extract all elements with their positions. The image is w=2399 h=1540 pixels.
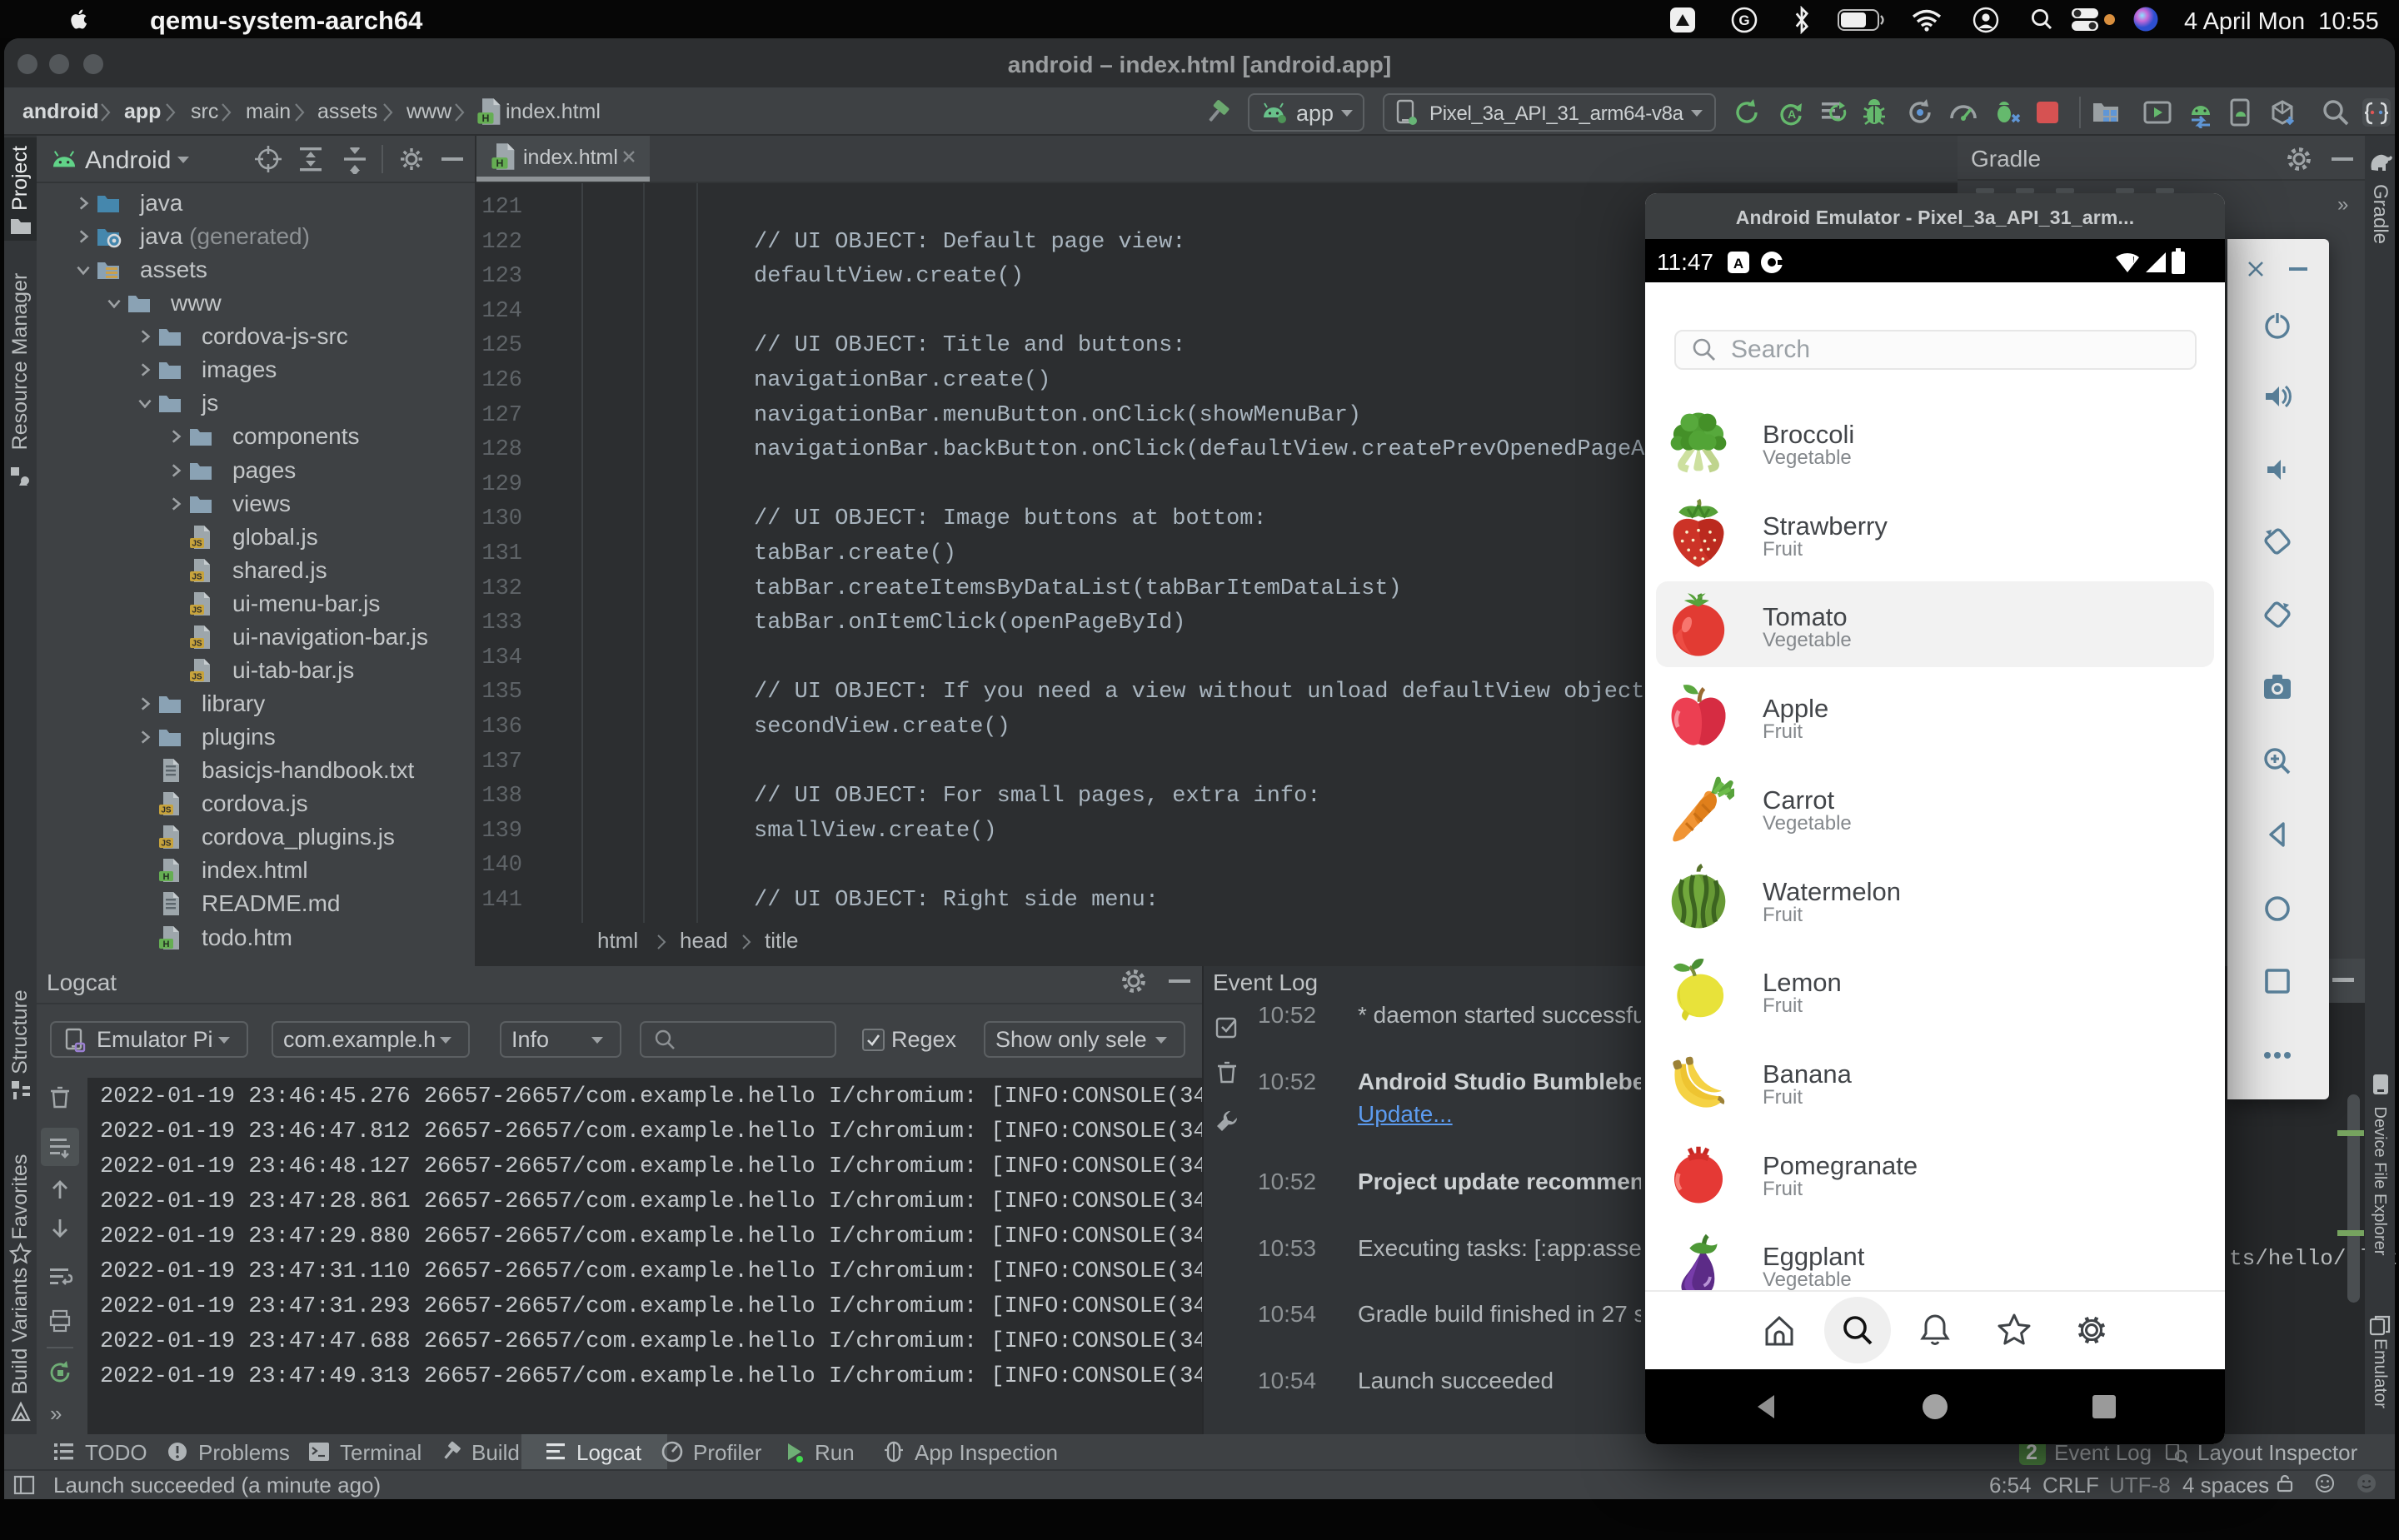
- svg-text:A: A: [1733, 256, 1743, 272]
- svg-text:JS: JS: [192, 640, 202, 649]
- svg-text:H: H: [496, 157, 503, 169]
- svg-text:H: H: [163, 872, 170, 882]
- svg-text:H: H: [163, 939, 170, 949]
- svg-text:A: A: [1788, 107, 1796, 121]
- svg-text:H: H: [481, 112, 489, 124]
- svg-text:JS: JS: [192, 539, 202, 548]
- svg-text:G: G: [1738, 12, 1749, 28]
- svg-text:JS: JS: [192, 606, 202, 615]
- svg-text:JS: JS: [192, 572, 202, 581]
- svg-text:!: !: [2132, 256, 2135, 265]
- svg-text:JS: JS: [161, 806, 172, 815]
- svg-text:JS: JS: [161, 840, 172, 849]
- svg-text:JS: JS: [192, 673, 202, 682]
